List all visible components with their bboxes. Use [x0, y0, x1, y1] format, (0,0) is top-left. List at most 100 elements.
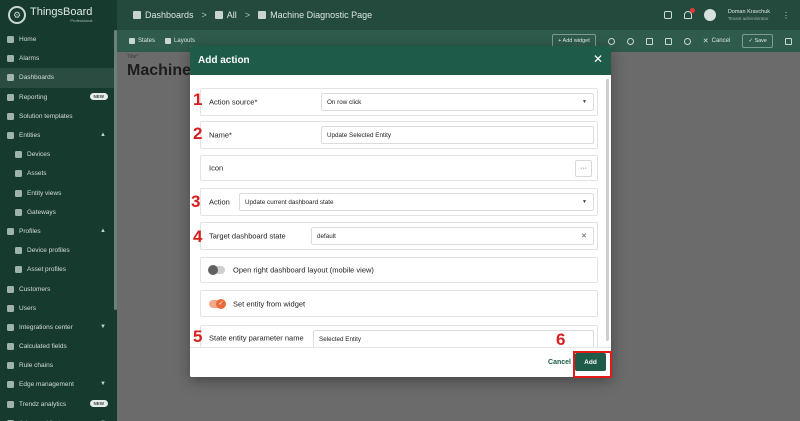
action-source-select[interactable]: On row click ▼ [321, 93, 594, 111]
notification-dot [689, 8, 695, 13]
sidebar-item-label: Asset profiles [27, 266, 67, 274]
entity-view-icon [15, 189, 22, 197]
close-icon[interactable]: ✕ [593, 53, 603, 65]
clear-icon[interactable]: ✕ [581, 232, 587, 240]
page-title: Machine [127, 62, 192, 79]
grid-icon [214, 11, 223, 19]
sidebar-item-profiles[interactable]: Profiles ▲ [0, 222, 114, 241]
new-badge: NEW [89, 92, 108, 100]
close-icon: ✕ [702, 38, 709, 45]
open-right-layout-toggle[interactable] [208, 265, 225, 275]
step-marker-1: 1 [193, 90, 203, 109]
sidebar-item-label: Entity views [27, 189, 62, 197]
customers-icon [7, 285, 14, 293]
sidebar-item-gateways[interactable]: Gateways [0, 203, 114, 222]
open-right-layout-label: Open right dashboard layout (mobile view… [233, 265, 374, 275]
action-type-select[interactable]: Update current dashboard state ▼ [239, 193, 594, 211]
breadcrumb-all[interactable]: All [214, 10, 237, 20]
name-label: Name* [209, 130, 232, 140]
sidebar-item-entities[interactable]: Entities ▲ [0, 126, 114, 145]
notifications-bell-icon[interactable] [683, 8, 695, 19]
more-horiz-icon[interactable]: ··· [575, 160, 592, 177]
settings-icon[interactable] [626, 37, 634, 45]
icon-row: Icon ··· [200, 155, 598, 181]
user-info[interactable]: Doman Kravchuk Tenant administrator [728, 9, 770, 22]
history-icon[interactable] [683, 37, 691, 45]
sidebar-item-label: Devices [27, 151, 51, 159]
sidebar-item-label: Assets [27, 170, 47, 178]
thingsboard-logo-icon: ⚙ [8, 6, 26, 24]
calculated-icon [7, 343, 14, 351]
sidebar-item-integrations-center[interactable]: Integrations center ▼ [0, 318, 114, 337]
dialog-scrollbar[interactable] [606, 79, 609, 341]
layout-icon [165, 38, 172, 44]
sidebar-item-device-profiles[interactable]: Device profiles [0, 241, 114, 260]
sidebar-item-edge-management[interactable]: Edge management ▼ [0, 375, 114, 394]
state-param-label: State entity parameter name [209, 333, 304, 342]
breadcrumb-dashboards[interactable]: Dashboards [133, 10, 194, 20]
add-action-dialog: Add action ✕ Action source* On row click… [190, 46, 611, 377]
dialog-footer: Cancel Add [190, 347, 611, 377]
sidebar-item-reporting[interactable]: Reporting NEW [0, 88, 114, 107]
breadcrumb-separator: > [201, 10, 207, 20]
sidebar-item-calculated-fields[interactable]: Calculated fields [0, 337, 114, 356]
breadcrumb-separator: > [244, 10, 251, 20]
sidebar-item-label: Entities [19, 132, 41, 140]
sidebar-item-home[interactable]: Home [0, 30, 114, 49]
dashboard-icon [258, 11, 267, 19]
fullscreen-icon[interactable] [663, 11, 672, 19]
check-icon: ✓ [216, 298, 226, 309]
sidebar-item-label: Customers [19, 285, 51, 293]
sidebar-item-label: Rule chains [19, 362, 53, 370]
sidebar-item-trendz-analytics[interactable]: Trendz analytics NEW [0, 395, 114, 414]
sidebar-item-solution-templates[interactable]: Solution templates [0, 107, 114, 126]
sidebar-item-entity-views[interactable]: Entity views [0, 184, 114, 203]
target-state-input[interactable]: default ✕ [311, 227, 594, 245]
sidebar-nav: Home Alarms Dashboards Reporting NEW Solution… [0, 30, 114, 421]
step-marker-3: 3 [191, 192, 201, 211]
brand-name: ThingsBoard [30, 6, 93, 18]
dashboard-icon [133, 11, 141, 19]
sidebar-item-alarms[interactable]: Alarms [0, 49, 114, 68]
action-source-label: Action source* [209, 97, 258, 107]
breadcrumb-current: Machine Diagnostic Page [258, 10, 372, 20]
states-button[interactable]: States [129, 38, 155, 44]
fullscreen-icon[interactable] [785, 37, 792, 45]
layouts-button[interactable]: Layouts [165, 38, 195, 44]
gateway-icon [15, 208, 22, 216]
report-icon [7, 93, 14, 101]
sidebar-item-dashboards[interactable]: Dashboards [0, 68, 114, 88]
image-icon[interactable] [645, 37, 653, 45]
sidebar-item-assets[interactable]: Assets [0, 164, 114, 183]
more-vert-icon[interactable]: ⋮ [782, 11, 790, 20]
sidebar-item-devices[interactable]: Devices [0, 145, 114, 164]
sidebar-item-asset-profiles[interactable]: Asset profiles [0, 260, 114, 279]
step-marker-2: 2 [193, 124, 203, 143]
layers-icon [129, 38, 135, 44]
device-profile-icon [15, 247, 22, 255]
chevron-down-icon: ▼ [582, 199, 587, 205]
sidebar-item-label: Gateways [27, 208, 56, 216]
set-entity-toggle[interactable]: ✓ [209, 298, 226, 309]
clock-icon[interactable] [607, 37, 615, 45]
cancel-edit-button[interactable]: ✕ Cancel [703, 37, 731, 45]
device-icon [15, 151, 22, 159]
name-input[interactable]: Update Selected Entity [321, 126, 594, 144]
sidebar-item-customers[interactable]: Customers [0, 279, 114, 298]
add-button-highlight [573, 351, 612, 378]
sidebar-item-users[interactable]: Users [0, 299, 114, 318]
asset-profile-icon [15, 266, 22, 274]
avatar[interactable] [703, 9, 716, 21]
target-state-row: Target dashboard state default ✕ [200, 222, 598, 250]
sidebar-item-rule-chains[interactable]: Rule chains [0, 356, 114, 375]
save-dashboard-button[interactable]: ✓ Save [742, 34, 773, 48]
action-row: Action Update current dashboard state ▼ [200, 188, 598, 216]
cancel-button[interactable]: Cancel [548, 359, 571, 366]
sidebar-item-advanced-features[interactable]: Advanced features▼ [0, 414, 114, 421]
sidebar-item-label: Edge management [19, 381, 74, 389]
brand-logo[interactable]: ⚙ ThingsBoard Professional [0, 0, 117, 30]
step-marker-4: 4 [193, 227, 203, 246]
filter-icon[interactable] [664, 37, 672, 45]
sidebar-item-label: Solution templates [19, 112, 73, 120]
dialog-body: Action source* On row click ▼ Name* Upda… [190, 75, 603, 349]
